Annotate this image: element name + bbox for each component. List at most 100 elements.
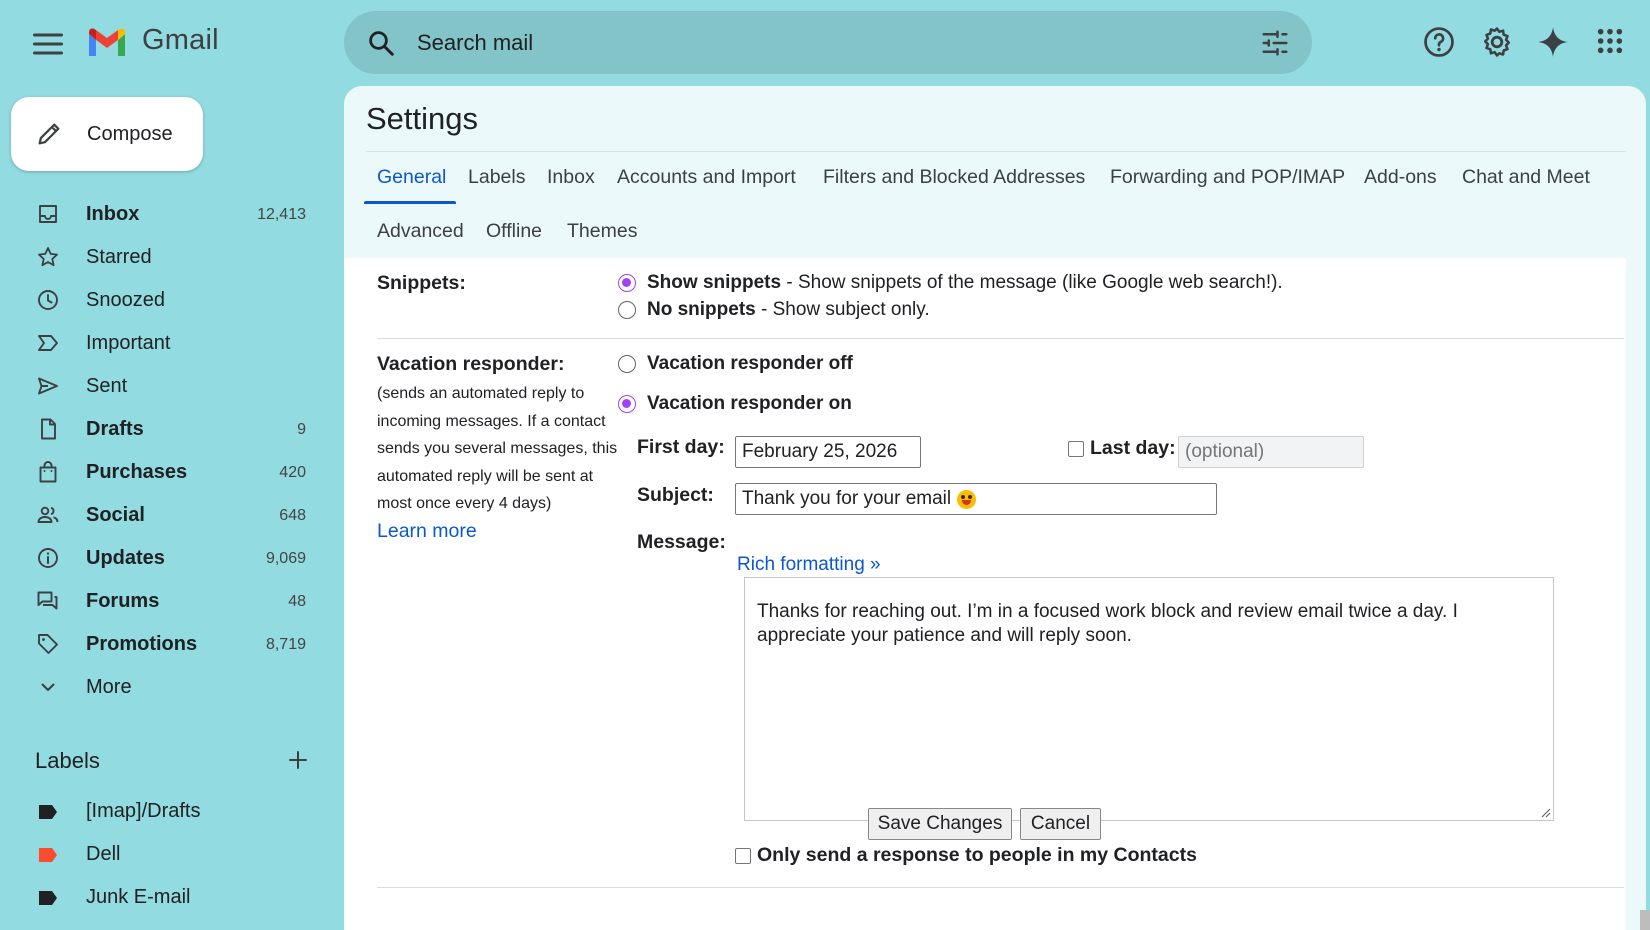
label-item-name: [Imap]/Drafts	[86, 800, 201, 822]
sidebar-item-label: Forums	[86, 590, 160, 612]
vacation-off-label: Vacation responder off	[647, 353, 853, 374]
cancel-button[interactable]: Cancel	[1020, 808, 1101, 840]
sidebar-item-label: Promotions	[86, 633, 198, 655]
rich-formatting-link[interactable]: Rich formatting »	[737, 554, 881, 576]
label-item-imap-drafts[interactable]: [Imap]/Drafts	[0, 792, 330, 832]
search-options-icon[interactable]	[1260, 28, 1290, 58]
gmail-logo[interactable]: Gmail	[86, 24, 219, 57]
vacation-on-option[interactable]: Vacation responder on	[618, 393, 852, 415]
sidebar-item-drafts[interactable]: Drafts 9	[0, 408, 330, 451]
tab-labels[interactable]: Labels	[468, 166, 525, 189]
sidebar-item-promotions[interactable]: Promotions 8,719	[0, 623, 330, 666]
sidebar-item-label: Sent	[86, 375, 128, 397]
clock-icon	[36, 288, 60, 312]
help-icon[interactable]	[1422, 25, 1456, 59]
sidebar-item-count: 48	[288, 592, 306, 610]
gear-icon[interactable]	[1480, 25, 1514, 59]
vacation-off-radio[interactable]	[618, 355, 636, 373]
sidebar-item-updates[interactable]: Updates 9,069	[0, 537, 330, 580]
show-snippets-desc: - Show snippets of the message (like Goo…	[781, 272, 1283, 293]
sidebar-item-more[interactable]: More	[0, 666, 330, 709]
show-snippets-title: Show snippets	[647, 272, 782, 293]
sidebar-item-snoozed[interactable]: Snoozed	[0, 279, 330, 322]
sidebar-item-starred[interactable]: Starred	[0, 236, 330, 279]
page-title: Settings	[366, 101, 479, 136]
sidebar-item-sent[interactable]: Sent	[0, 365, 330, 408]
tab-advanced[interactable]: Advanced	[377, 220, 464, 243]
label-item-dell[interactable]: Dell	[0, 835, 330, 875]
tab-offline[interactable]: Offline	[486, 220, 542, 243]
search-bar[interactable]	[344, 11, 1312, 74]
sidebar-item-social[interactable]: Social 648	[0, 494, 330, 537]
search-input[interactable]	[417, 21, 1197, 65]
show-snippets-radio[interactable]	[618, 274, 636, 292]
search-icon[interactable]	[366, 28, 396, 58]
sidebar-item-label: Starred	[86, 246, 152, 268]
sidebar-item-count: 648	[279, 506, 306, 524]
vacation-off-option[interactable]: Vacation responder off	[618, 353, 853, 375]
tab-forwarding-and-pop-imap[interactable]: Forwarding and POP/IMAP	[1110, 166, 1345, 189]
no-snippets-option[interactable]: No snippets - Show subject only.	[618, 299, 930, 321]
info-icon	[36, 546, 60, 570]
label-item-junk-email[interactable]: Junk E-mail	[0, 878, 330, 918]
tab-chat-and-meet[interactable]: Chat and Meet	[1462, 166, 1590, 189]
sidebar-item-count: 12,413	[257, 205, 306, 223]
sidebar-item-forums[interactable]: Forums 48	[0, 580, 330, 623]
forum-icon	[36, 589, 60, 613]
add-label-icon[interactable]	[286, 748, 310, 772]
tab-themes[interactable]: Themes	[567, 220, 637, 243]
tab-general[interactable]: General	[377, 166, 446, 189]
shopping-bag-icon	[36, 460, 60, 484]
compose-button[interactable]: Compose	[11, 97, 203, 171]
sidebar-item-important[interactable]: Important	[0, 322, 330, 365]
send-icon	[36, 374, 60, 398]
tab-add-ons[interactable]: Add-ons	[1364, 166, 1437, 189]
pencil-icon	[35, 120, 63, 148]
save-changes-button[interactable]: Save Changes	[868, 808, 1012, 840]
footer-divider	[377, 887, 1624, 888]
sidebar-item-label: Social	[86, 504, 145, 526]
apps-grid-icon[interactable]	[1594, 25, 1626, 57]
subject-input[interactable]: Thank you for your email	[735, 483, 1217, 515]
main-menu-icon[interactable]	[30, 26, 66, 62]
contacts-only-checkbox[interactable]	[735, 848, 751, 864]
contacts-only-label: Only send a response to people in my Con…	[757, 844, 1197, 866]
sidebar-item-label: Drafts	[86, 418, 144, 440]
no-snippets-radio[interactable]	[618, 301, 636, 319]
no-snippets-title: No snippets	[647, 299, 756, 320]
winking-tongue-emoji-icon	[957, 489, 977, 509]
sidebar-item-count: 9	[297, 420, 306, 438]
sidebar-item-label: Snoozed	[86, 289, 165, 311]
star-icon	[36, 245, 60, 269]
last-day-input[interactable]	[1178, 436, 1364, 468]
settings-panel: Settings General Labels Inbox Accounts a…	[344, 86, 1646, 930]
tab-accounts-and-import[interactable]: Accounts and Import	[617, 166, 796, 189]
last-day-checkbox[interactable]	[1068, 441, 1084, 457]
resize-handle-icon[interactable]	[1539, 806, 1551, 818]
people-icon	[36, 503, 60, 527]
label-tag-icon	[37, 803, 59, 821]
first-day-input[interactable]	[735, 436, 921, 468]
scrollbar-thumb[interactable]	[1640, 910, 1650, 930]
tab-filters-and-blocked-addresses[interactable]: Filters and Blocked Addresses	[823, 166, 1085, 189]
gemini-sparkle-icon[interactable]	[1536, 25, 1570, 59]
section-divider	[377, 338, 1624, 339]
app-name: Gmail	[142, 24, 219, 56]
sidebar-item-label: More	[86, 676, 132, 698]
title-divider	[366, 151, 1626, 152]
subject-label: Subject:	[637, 484, 714, 506]
tab-inbox[interactable]: Inbox	[547, 166, 595, 189]
important-icon	[36, 331, 60, 355]
vacation-on-radio[interactable]	[618, 395, 636, 413]
label-item-name: Dell	[86, 843, 121, 865]
draft-icon	[36, 417, 60, 441]
sidebar-item-purchases[interactable]: Purchases 420	[0, 451, 330, 494]
label-tag-icon	[37, 846, 59, 864]
sidebar-item-inbox[interactable]: Inbox 12,413	[0, 193, 330, 236]
learn-more-link[interactable]: Learn more	[377, 520, 477, 543]
message-textarea[interactable]: Thanks for reaching out. I’m in a focuse…	[744, 577, 1554, 821]
message-label: Message:	[637, 531, 726, 553]
gmail-logo-icon	[86, 25, 128, 57]
show-snippets-option[interactable]: Show snippets - Show snippets of the mes…	[618, 272, 1283, 294]
vacation-on-label: Vacation responder on	[647, 393, 852, 414]
